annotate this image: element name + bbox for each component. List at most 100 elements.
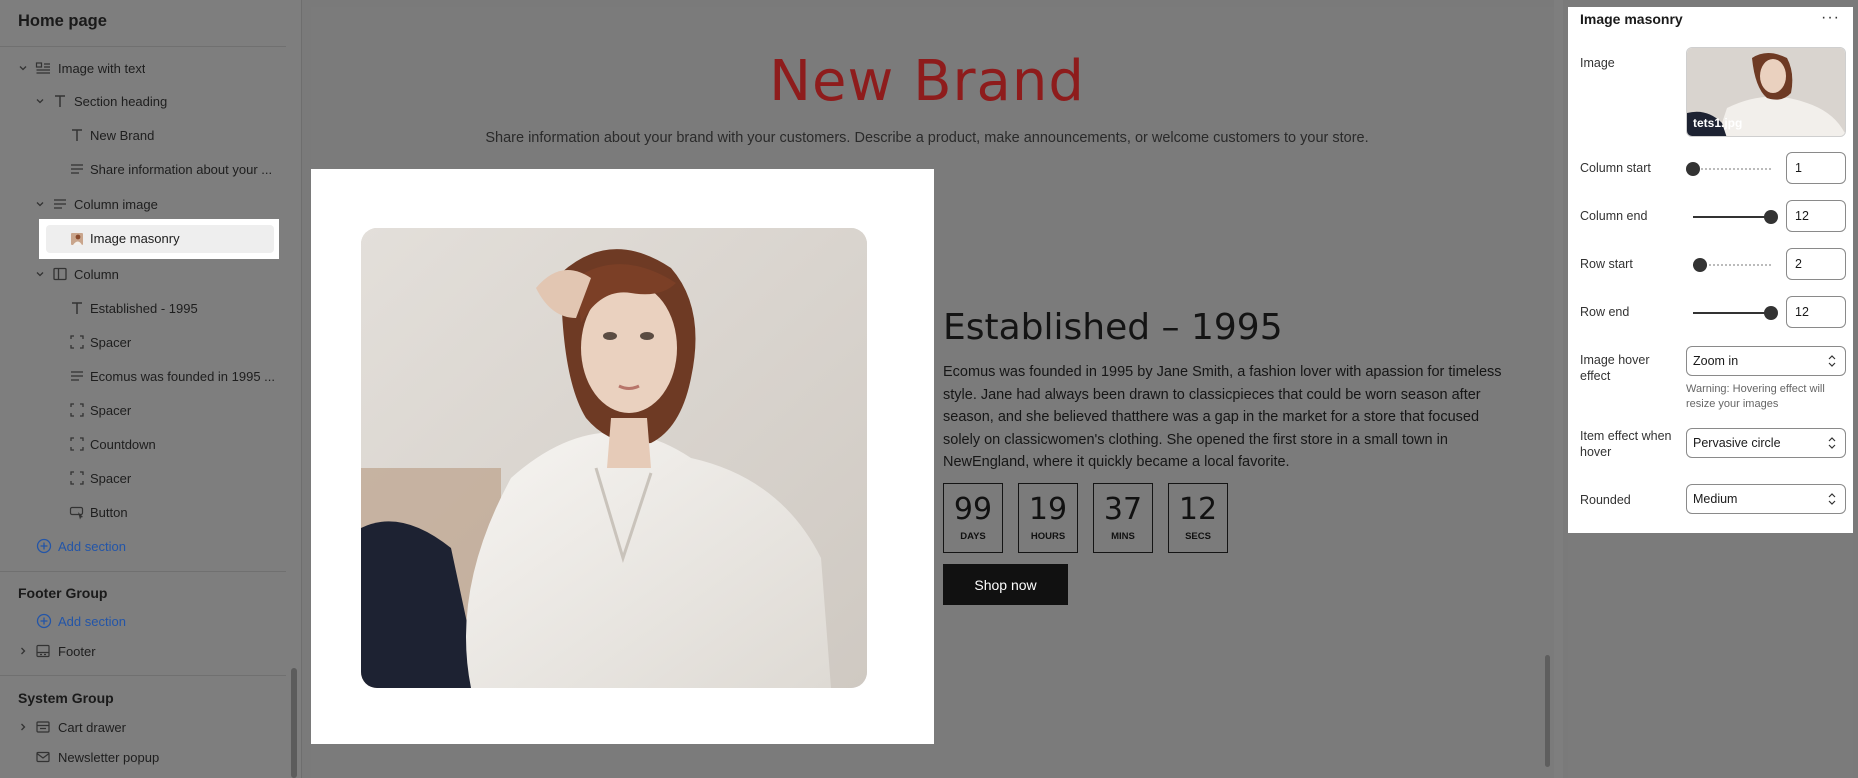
tree-item-label: Button — [90, 504, 128, 520]
tree-item-label: Image with text — [58, 60, 146, 76]
mail-icon — [35, 749, 51, 765]
countdown-unit: HOURS — [1030, 531, 1066, 542]
tree-item-image-with-text[interactable]: Image with text — [0, 53, 286, 83]
slider-graphic — [1693, 306, 1778, 320]
tree-item-spacer[interactable]: Spacer — [0, 463, 286, 493]
image-masonry-block[interactable] — [311, 169, 934, 744]
row-start-input[interactable]: 2 — [1786, 248, 1846, 280]
image-icon — [69, 231, 85, 247]
text-icon — [52, 93, 68, 109]
select-value: Pervasive circle — [1693, 436, 1781, 450]
tree-item-button[interactable]: Button — [0, 497, 286, 527]
countdown-mins: 37 MINS — [1093, 483, 1153, 553]
sidebar-scrollbar[interactable] — [291, 668, 297, 778]
tree-item-new-brand[interactable]: New Brand — [0, 120, 286, 150]
brand-heading[interactable]: New Brand — [311, 49, 1543, 114]
countdown-secs: 12 SECS — [1168, 483, 1228, 553]
rounded-label: Rounded — [1580, 493, 1631, 507]
image-picker[interactable]: tets1.jpg — [1686, 47, 1846, 137]
image-hover-effect-select[interactable]: Zoom in — [1686, 346, 1846, 376]
image-filename: tets1.jpg — [1693, 116, 1743, 130]
column-start-label: Column start — [1580, 161, 1651, 175]
countdown-value: 19 — [1028, 492, 1068, 527]
slider-thumb[interactable] — [1686, 162, 1700, 176]
tree-item-label: Image masonry — [90, 231, 180, 246]
tree-item-label: Footer — [58, 643, 96, 659]
slider-thumb[interactable] — [1764, 306, 1778, 320]
editor-app: Home page Image with text Section headin… — [0, 0, 1858, 778]
button-icon — [69, 504, 85, 520]
spacer-icon — [69, 334, 85, 350]
image-hover-effect-label: Image hover effect — [1580, 353, 1650, 383]
chevron-down-icon[interactable] — [18, 63, 28, 73]
shop-now-button[interactable]: Shop now — [943, 564, 1068, 605]
tree-item-label: Ecomus was founded in 1995 ... — [90, 368, 275, 384]
chevron-right-icon[interactable] — [18, 722, 28, 732]
paragraph-icon — [69, 161, 85, 177]
footer-icon — [35, 643, 51, 659]
slider-graphic — [1693, 258, 1771, 272]
tree-item-label: Section heading — [74, 93, 168, 109]
tree-item-label: Spacer — [90, 334, 132, 350]
add-section-button[interactable]: Add section — [0, 531, 286, 561]
row-end-input[interactable]: 12 — [1786, 296, 1846, 328]
item-effect-select[interactable]: Pervasive circle — [1686, 428, 1846, 458]
item-effect-label: Item effect when hover — [1580, 429, 1672, 459]
countdown-unit: SECS — [1185, 531, 1211, 542]
tree-item-spacer[interactable]: Spacer — [0, 395, 286, 425]
brand-subheading[interactable]: Share information about your brand with … — [311, 130, 1543, 146]
about-paragraph[interactable]: Ecomus was founded in 1995 by Jane Smith… — [943, 361, 1503, 474]
rounded-select[interactable]: Medium — [1686, 484, 1846, 514]
tree-item-label: Column image — [74, 196, 158, 212]
tree-item-established[interactable]: Established - 1995 — [0, 293, 286, 323]
row-end-label: Row end — [1580, 305, 1630, 319]
preview-scrollbar[interactable] — [1545, 655, 1550, 767]
tree-item-image-masonry[interactable]: Image masonry — [0, 218, 286, 260]
chevron-down-icon[interactable] — [35, 199, 45, 209]
model-photo — [361, 228, 867, 688]
row-end-slider[interactable] — [1686, 305, 1778, 321]
established-heading[interactable]: Established – 1995 — [943, 307, 1283, 348]
slider-thumb[interactable] — [1764, 210, 1778, 224]
row-start-slider[interactable] — [1686, 257, 1778, 273]
tree-item-label: Established - 1995 — [90, 300, 198, 316]
chevron-right-icon[interactable] — [18, 646, 28, 656]
panel-title: Image masonry — [1580, 11, 1683, 27]
paragraph-icon — [52, 196, 68, 212]
spacer-icon — [69, 402, 85, 418]
column-end-input[interactable]: 12 — [1786, 200, 1846, 232]
slider-thumb[interactable] — [1693, 258, 1708, 272]
tree-item-column[interactable]: Column — [0, 259, 286, 289]
tree-item-label: Column — [74, 266, 119, 282]
chevron-down-icon[interactable] — [35, 96, 45, 106]
countdown-value: 99 — [953, 492, 993, 527]
tree-item-ecomus[interactable]: Ecomus was founded in 1995 ... — [0, 361, 286, 391]
footer-add-section-button[interactable]: Add section — [0, 606, 286, 636]
paragraph-icon — [69, 368, 85, 384]
select-arrows-icon — [1827, 354, 1837, 371]
tree-item-spacer[interactable]: Spacer — [0, 327, 286, 357]
slider-graphic — [1686, 162, 1771, 176]
column-start-slider[interactable] — [1686, 161, 1778, 177]
chevron-down-icon[interactable] — [35, 269, 45, 279]
column-end-label: Column end — [1580, 209, 1648, 223]
tree-item-newsletter-popup[interactable]: Newsletter popup — [0, 742, 286, 772]
more-options-icon[interactable]: ··· — [1821, 9, 1840, 27]
tree-item-section-heading[interactable]: Section heading — [0, 86, 286, 116]
tree-item-cart-drawer[interactable]: Cart drawer — [0, 712, 286, 742]
plus-circle-icon — [36, 613, 52, 629]
column-end-slider[interactable] — [1686, 209, 1778, 225]
tree-item-footer[interactable]: Footer — [0, 636, 286, 666]
countdown-days: 99 DAYS — [943, 483, 1003, 553]
divider — [0, 571, 286, 572]
plus-circle-icon — [36, 538, 52, 554]
tree-item-countdown[interactable]: Countdown — [0, 429, 286, 459]
column-start-input[interactable]: 1 — [1786, 152, 1846, 184]
tree-item-column-image[interactable]: Column image — [0, 189, 286, 219]
woman-portrait-image — [361, 228, 867, 688]
tree-item-share-information[interactable]: Share information about your ... — [0, 154, 286, 184]
countdown-value: 37 — [1103, 492, 1143, 527]
add-section-label: Add section — [58, 538, 126, 554]
select-value: Medium — [1693, 492, 1738, 506]
page-title: Home page — [18, 12, 107, 30]
